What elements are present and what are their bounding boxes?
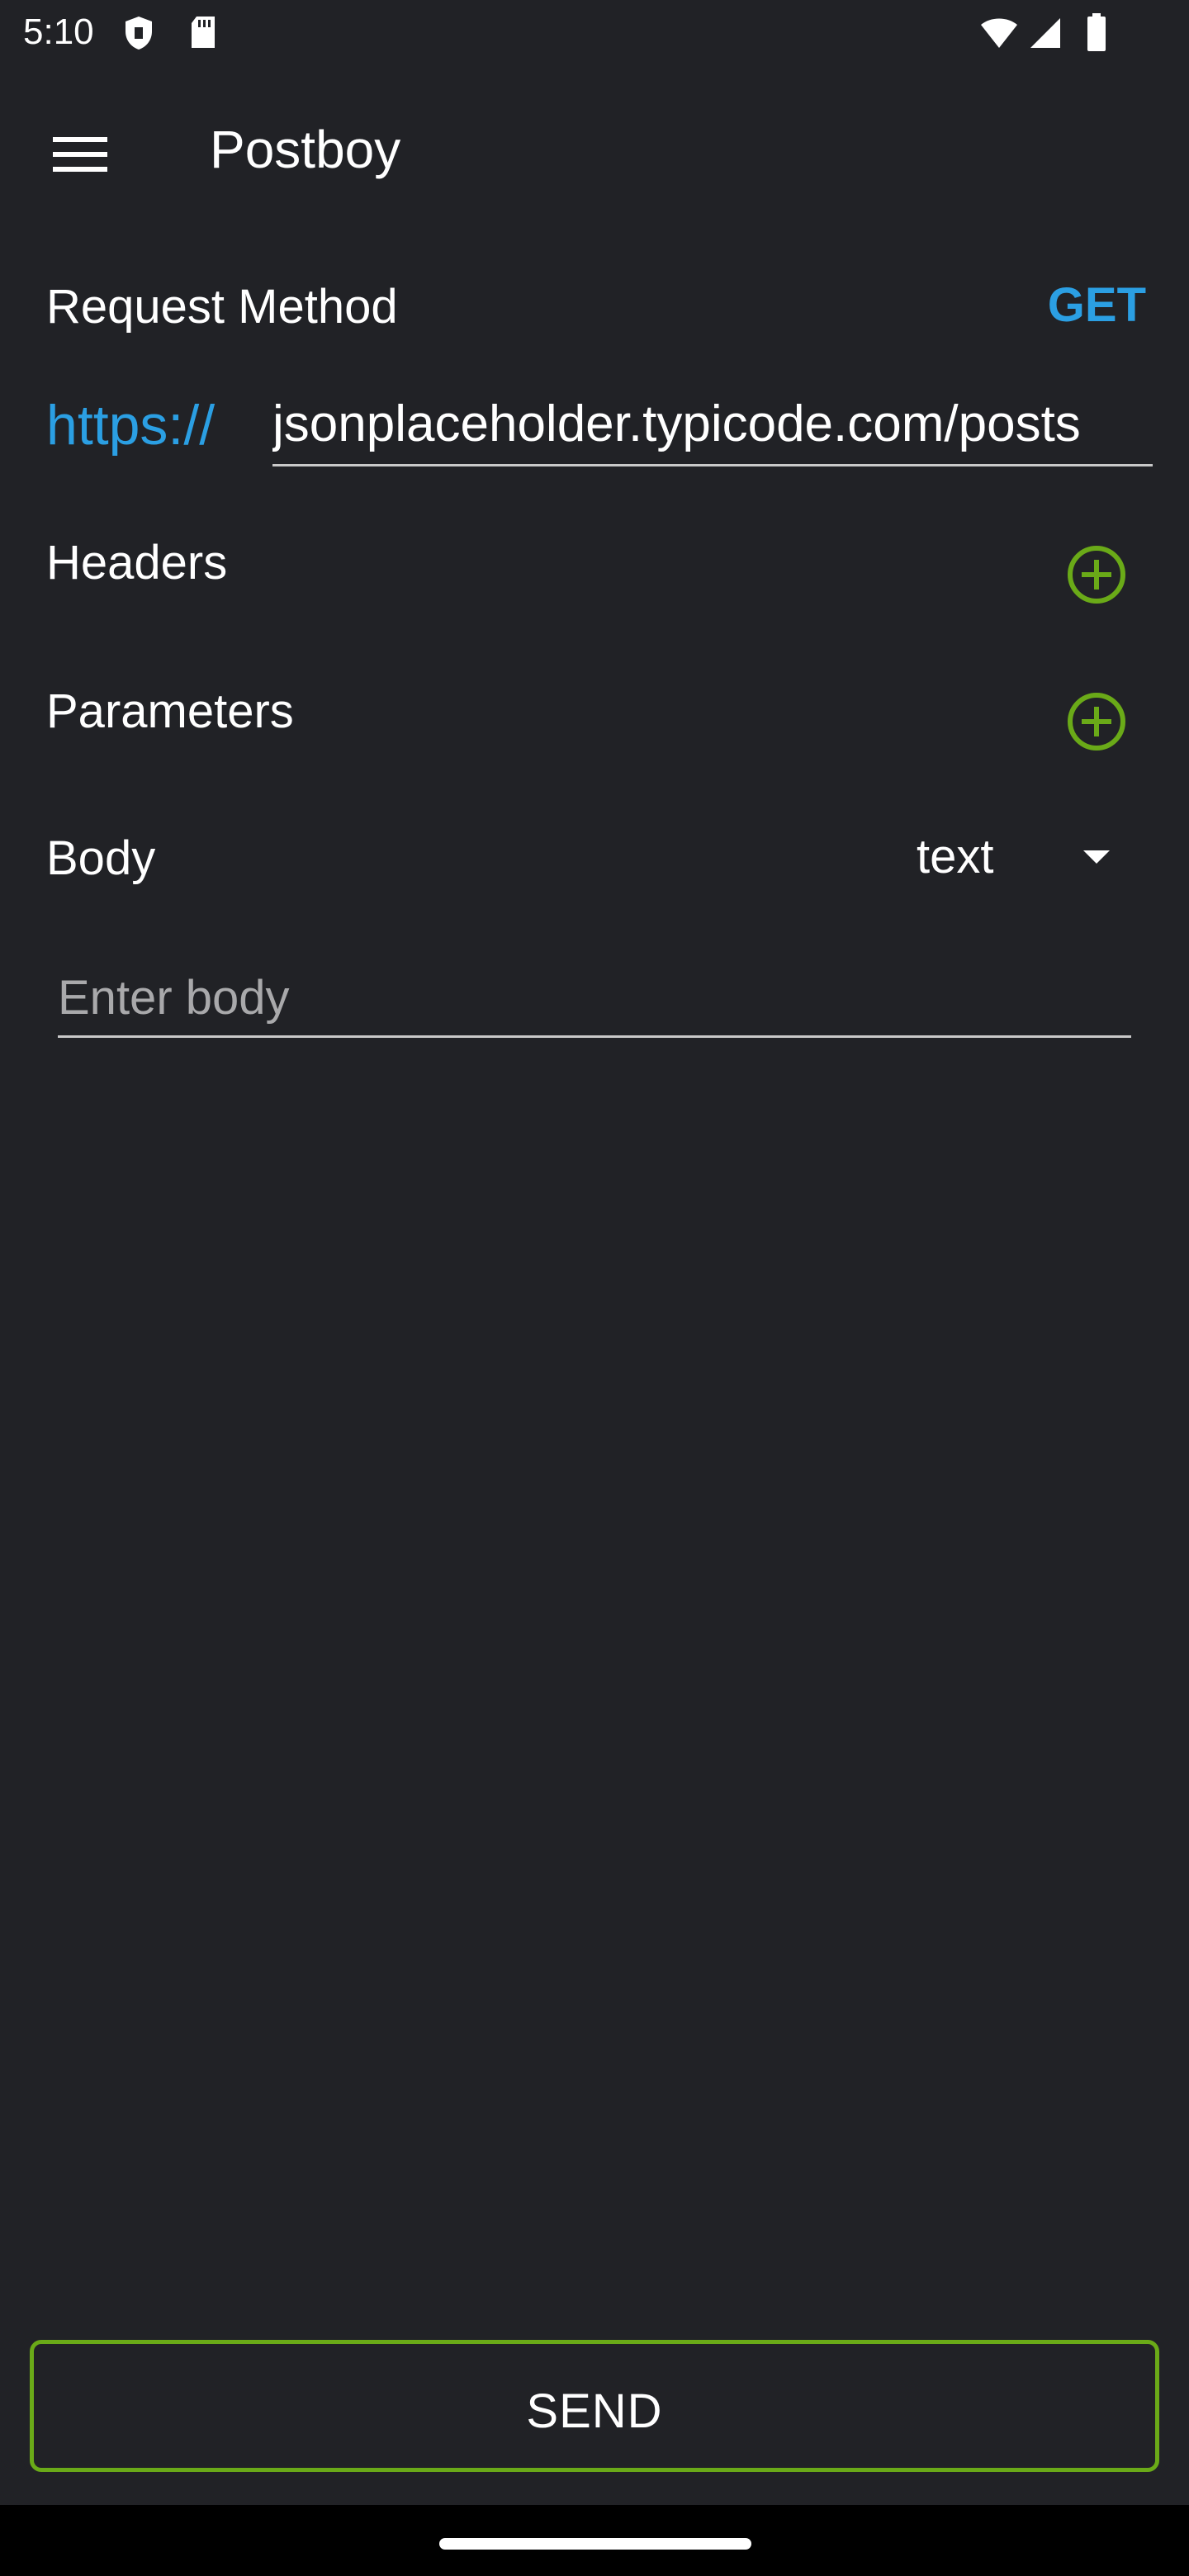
dropdown-arrow-icon (1080, 849, 1113, 871)
app-title: Postboy (210, 120, 401, 179)
body-type-value: text (917, 830, 994, 883)
add-circle-icon (1068, 693, 1125, 751)
status-bar: 5:10 (0, 0, 1189, 69)
url-input[interactable] (272, 388, 1153, 459)
body-field (58, 964, 1131, 1038)
parameters-label: Parameters (46, 684, 294, 738)
body-type-dropdown[interactable]: text (905, 824, 1153, 893)
sd-card-icon (188, 15, 218, 55)
cell-signal-icon (1029, 17, 1062, 54)
protocol-label: https:// (46, 394, 216, 457)
shield-icon (124, 15, 154, 55)
menu-icon (53, 137, 107, 172)
app-screen: 5:10 Postboy Request Method GET https://… (0, 0, 1189, 2576)
headers-label: Headers (46, 536, 228, 590)
add-header-button[interactable] (1065, 543, 1128, 606)
add-circle-icon (1068, 546, 1125, 604)
send-button[interactable]: SEND (30, 2340, 1159, 2472)
menu-button[interactable] (36, 111, 126, 200)
wifi-icon (979, 17, 1019, 54)
request-method-label: Request Method (46, 280, 398, 334)
status-time: 5:10 (23, 12, 94, 52)
home-gesture-handle[interactable] (439, 2538, 751, 2550)
request-method-selector[interactable]: GET (1048, 277, 1146, 333)
battery-icon (1087, 13, 1106, 55)
url-field (272, 388, 1153, 466)
add-parameter-button[interactable] (1065, 690, 1128, 753)
body-label: Body (46, 831, 156, 885)
send-button-label: SEND (526, 2384, 663, 2438)
app-bar: Postboy (0, 69, 1189, 231)
navigation-bar (0, 2505, 1189, 2576)
body-input[interactable] (58, 964, 1131, 1030)
